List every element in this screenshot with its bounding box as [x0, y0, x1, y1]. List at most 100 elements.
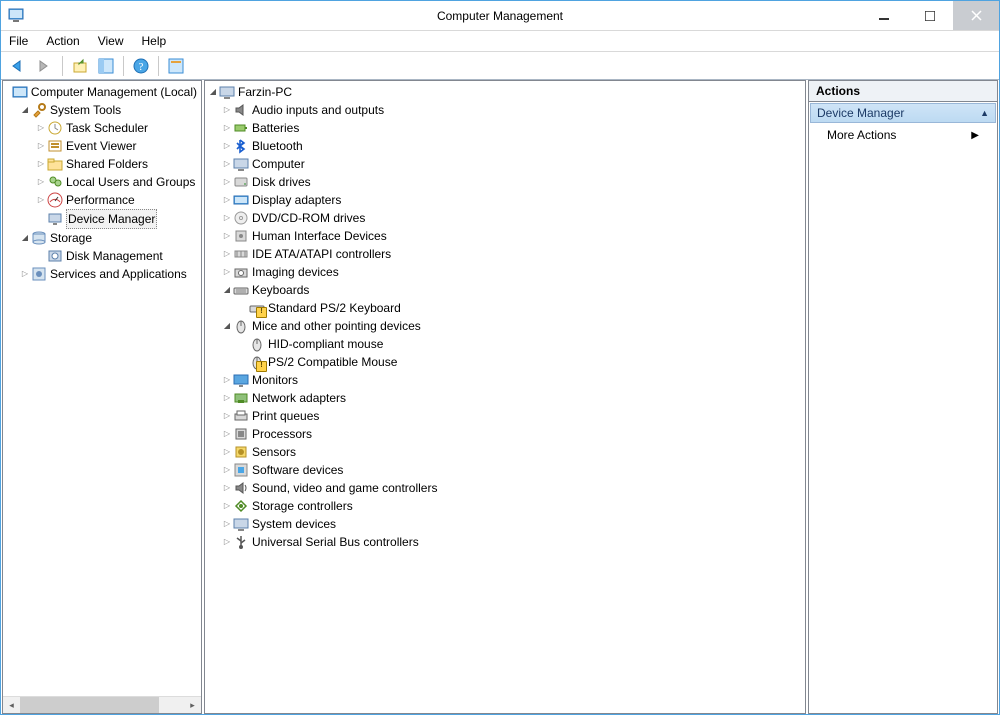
menu-file[interactable]: File — [9, 34, 28, 48]
device-monitors[interactable]: Monitors — [205, 371, 805, 389]
device-network[interactable]: Network adapters — [205, 389, 805, 407]
tree-label: System Tools — [50, 101, 121, 119]
tree-shared-folders[interactable]: Shared Folders — [3, 155, 201, 173]
keyboard-icon — [233, 282, 249, 298]
device-display[interactable]: Display adapters — [205, 191, 805, 209]
mouse-warn-icon — [249, 354, 265, 370]
pc-icon — [233, 156, 249, 172]
scroll-thumb[interactable] — [20, 697, 159, 713]
chevron-right-icon: ▶ — [971, 130, 979, 141]
tree-performance[interactable]: Performance — [3, 191, 201, 209]
help-button[interactable]: ? — [129, 55, 153, 77]
device-hid[interactable]: Human Interface Devices — [205, 227, 805, 245]
device-computer[interactable]: Computer — [205, 155, 805, 173]
device-ide[interactable]: IDE ATA/ATAPI controllers — [205, 245, 805, 263]
device-mgr-icon — [47, 211, 63, 227]
window-title: Computer Management — [1, 9, 999, 23]
cpu-icon — [233, 426, 249, 442]
toolbar-separator — [62, 56, 63, 76]
titlebar: Computer Management — [1, 1, 999, 31]
device-label: Universal Serial Bus controllers — [252, 533, 419, 551]
device-keyboards[interactable]: Keyboards — [205, 281, 805, 299]
minimize-button[interactable] — [861, 1, 907, 30]
device-imaging[interactable]: Imaging devices — [205, 263, 805, 281]
left-pane: Computer Management (Local) System Tools… — [2, 80, 202, 714]
actions-more[interactable]: More Actions ▶ — [809, 124, 997, 146]
device-sound[interactable]: Sound, video and game controllers — [205, 479, 805, 497]
storage-ctrl-icon — [233, 498, 249, 514]
device-mouse-hid[interactable]: HID-compliant mouse — [205, 335, 805, 353]
device-storage-ctrl[interactable]: Storage controllers — [205, 497, 805, 515]
tree-label: Device Manager — [66, 209, 157, 229]
maximize-button[interactable] — [907, 1, 953, 30]
tree-storage[interactable]: Storage — [3, 229, 201, 247]
device-label: IDE ATA/ATAPI controllers — [252, 245, 391, 263]
tree-event-viewer[interactable]: Event Viewer — [3, 137, 201, 155]
device-software[interactable]: Software devices — [205, 461, 805, 479]
device-label: Batteries — [252, 119, 299, 137]
actions-more-label: More Actions — [827, 128, 896, 142]
device-label: Sound, video and game controllers — [252, 479, 437, 497]
device-audio[interactable]: Audio inputs and outputs — [205, 101, 805, 119]
scroll-left-button[interactable]: ◂ — [3, 697, 20, 714]
device-label: Keyboards — [252, 281, 309, 299]
tree-label: Task Scheduler — [66, 119, 148, 137]
toolbar-separator — [158, 56, 159, 76]
close-button[interactable] — [953, 1, 999, 30]
device-system[interactable]: System devices — [205, 515, 805, 533]
sensor-icon — [233, 444, 249, 460]
device-disk[interactable]: Disk drives — [205, 173, 805, 191]
mouse-icon — [249, 336, 265, 352]
tree-label: Performance — [66, 191, 135, 209]
tree-root[interactable]: Computer Management (Local) — [3, 83, 201, 101]
tree-label: Event Viewer — [66, 137, 136, 155]
forward-button[interactable] — [33, 55, 57, 77]
device-batteries[interactable]: Batteries — [205, 119, 805, 137]
tree-services-apps[interactable]: Services and Applications — [3, 265, 201, 283]
menu-help[interactable]: Help — [142, 34, 167, 48]
folder-share-icon — [47, 156, 63, 172]
clock-icon — [47, 120, 63, 136]
actions-section-label: Device Manager — [817, 106, 904, 120]
device-print[interactable]: Print queues — [205, 407, 805, 425]
sound-icon — [233, 480, 249, 496]
app-icon — [8, 8, 24, 24]
device-label: Processors — [252, 425, 312, 443]
properties-button[interactable] — [164, 55, 188, 77]
up-button[interactable] — [68, 55, 92, 77]
actions-section[interactable]: Device Manager ▲ — [810, 103, 996, 123]
speaker-icon — [233, 102, 249, 118]
tree-system-tools[interactable]: System Tools — [3, 101, 201, 119]
scroll-right-button[interactable]: ▸ — [184, 697, 201, 714]
device-usb[interactable]: Universal Serial Bus controllers — [205, 533, 805, 551]
tree-label: Computer Management (Local) — [31, 83, 197, 101]
tree-disk-management[interactable]: Disk Management — [3, 247, 201, 265]
tree-local-users[interactable]: Local Users and Groups — [3, 173, 201, 191]
device-mice[interactable]: Mice and other pointing devices — [205, 317, 805, 335]
disc-icon — [233, 210, 249, 226]
left-scrollbar[interactable]: ◂ ▸ — [3, 696, 201, 713]
menu-view[interactable]: View — [98, 34, 124, 48]
tree-task-scheduler[interactable]: Task Scheduler — [3, 119, 201, 137]
show-hide-tree-button[interactable] — [94, 55, 118, 77]
storage-icon — [31, 230, 47, 246]
device-sensors[interactable]: Sensors — [205, 443, 805, 461]
device-label: System devices — [252, 515, 336, 533]
actions-header: Actions — [809, 81, 997, 102]
device-label: Audio inputs and outputs — [252, 101, 384, 119]
tree-label: Local Users and Groups — [66, 173, 195, 191]
mmc-icon — [12, 84, 28, 100]
device-keyboard-std[interactable]: Standard PS/2 Keyboard — [205, 299, 805, 317]
device-root[interactable]: Farzin-PC — [205, 83, 805, 101]
menu-action[interactable]: Action — [46, 34, 79, 48]
console-tree: Computer Management (Local) System Tools… — [3, 81, 201, 285]
monitor-icon — [233, 372, 249, 388]
tree-device-manager[interactable]: Device Manager — [3, 209, 201, 229]
device-bluetooth[interactable]: Bluetooth — [205, 137, 805, 155]
device-dvd[interactable]: DVD/CD-ROM drives — [205, 209, 805, 227]
device-processors[interactable]: Processors — [205, 425, 805, 443]
device-mouse-ps2[interactable]: PS/2 Compatible Mouse — [205, 353, 805, 371]
back-button[interactable] — [7, 55, 31, 77]
window-controls — [861, 1, 999, 30]
device-label: Computer — [252, 155, 305, 173]
